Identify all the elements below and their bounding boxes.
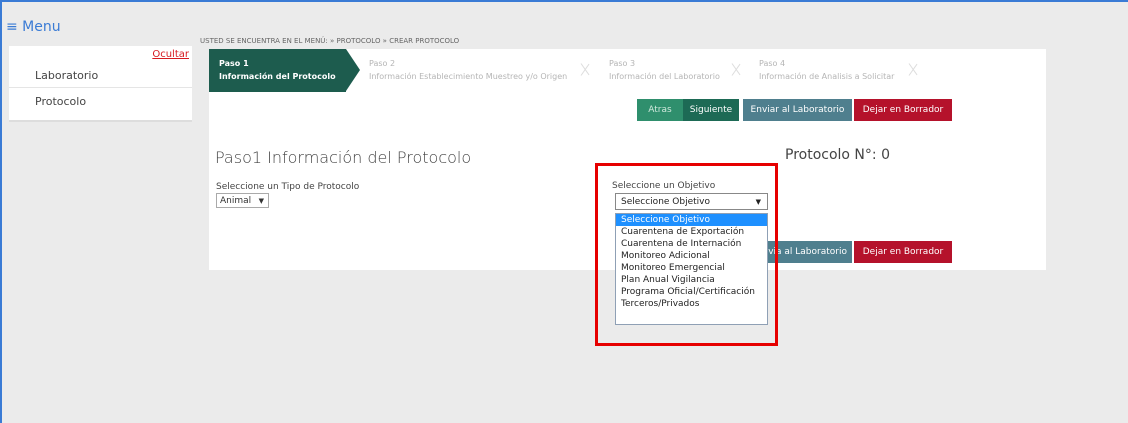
step-1-number: Paso 1	[219, 59, 249, 68]
page-title: Paso1 Información del Protocolo	[215, 148, 472, 167]
annotation-highlight-box	[595, 163, 778, 346]
step-3[interactable]: Paso 3 Información del Laboratorio	[599, 49, 749, 92]
chevron-down-icon: ▼	[258, 197, 264, 205]
window-left-border	[0, 0, 2, 423]
step-1-arrow	[346, 49, 360, 91]
window-top-border	[0, 0, 1128, 2]
step-3-title: Información del Laboratorio	[609, 72, 720, 81]
step-separator-icon	[909, 55, 910, 86]
menu-toggle-button[interactable]: ≡ Menu	[6, 19, 61, 35]
back-button[interactable]: Atras	[637, 99, 683, 121]
step-separator-icon	[581, 55, 582, 86]
protocol-type-select[interactable]: Animal ▼	[216, 193, 269, 208]
sidebar-item-protocolo[interactable]: Protocolo	[9, 89, 192, 114]
sidebar: Ocultar Laboratorio Protocolo	[9, 46, 192, 122]
step-3-number: Paso 3	[609, 59, 636, 68]
step-wizard: Paso 1 Información del Protocolo Paso 2 …	[209, 49, 1046, 92]
save-draft-button[interactable]: Dejar en Borrador	[854, 99, 952, 121]
sidebar-item-laboratorio[interactable]: Laboratorio	[9, 63, 192, 88]
save-draft-button-bottom[interactable]: Dejar en Borrador	[854, 241, 952, 263]
step-4-number: Paso 4	[759, 59, 786, 68]
step-1-title: Información del Protocolo	[219, 72, 336, 81]
step-2[interactable]: Paso 2 Información Establecimiento Muest…	[359, 49, 589, 92]
step-2-title: Información Establecimiento Muestreo y/o…	[369, 72, 568, 81]
step-1[interactable]: Paso 1 Información del Protocolo	[209, 49, 346, 92]
step-separator-icon	[732, 55, 733, 86]
step-4-title: Información de Analisis a Solicitar	[759, 72, 895, 81]
step-2-number: Paso 2	[369, 59, 396, 68]
breadcrumb: USTED SE ENCUENTRA EN EL MENÚ: » PROTOCO…	[200, 37, 460, 45]
next-button[interactable]: Siguiente	[683, 99, 739, 121]
protocol-type-label: Seleccione un Tipo de Protocolo	[216, 182, 360, 192]
send-to-lab-button[interactable]: Enviar al Laboratorio	[743, 99, 852, 121]
protocol-type-value: Animal	[220, 196, 252, 206]
protocol-number: Protocolo N°: 0	[785, 147, 890, 163]
hide-sidebar-link[interactable]: Ocultar	[152, 49, 189, 60]
